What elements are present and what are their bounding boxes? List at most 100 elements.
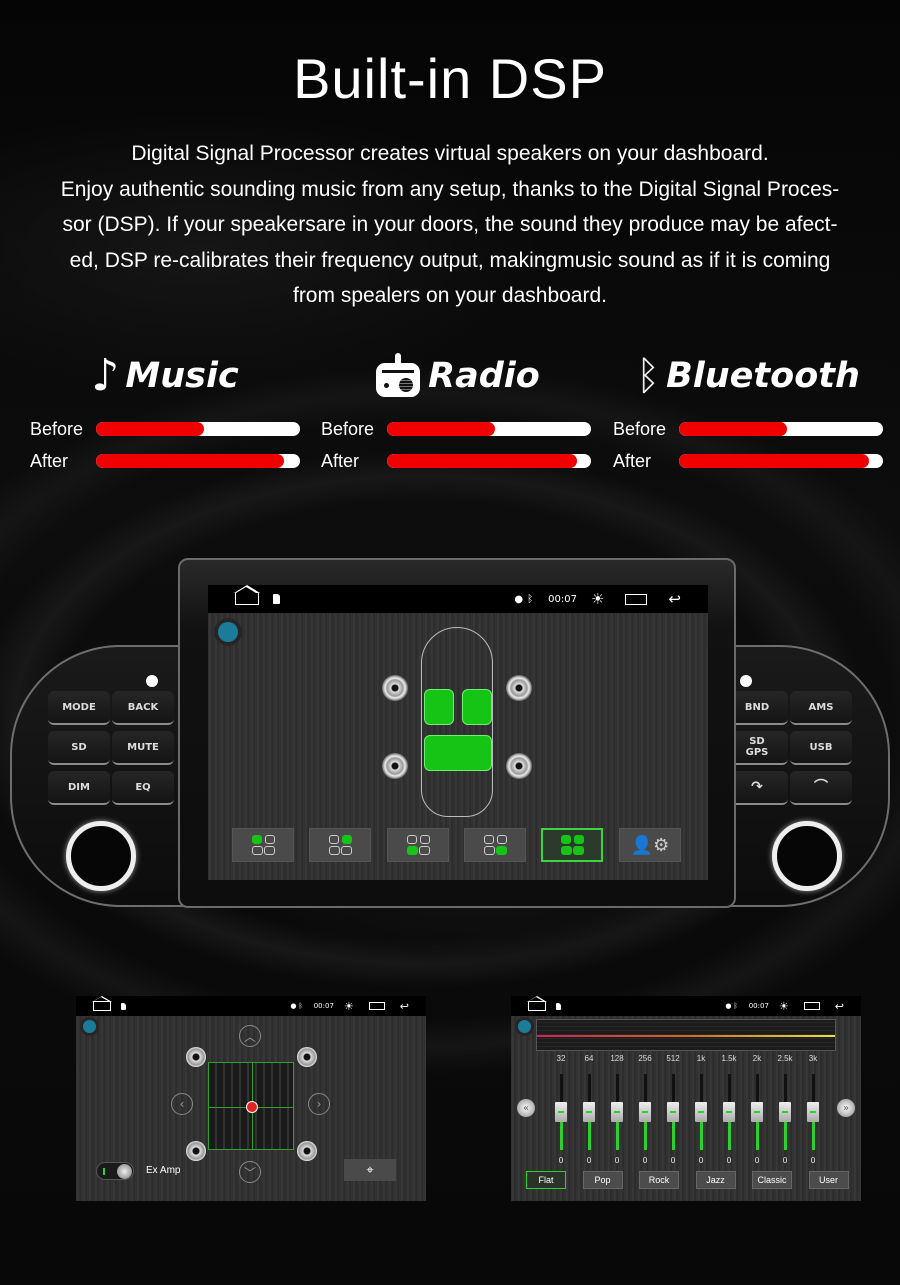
eq-prev-button[interactable]: «: [517, 1099, 535, 1117]
eq-band-value: 0: [614, 1156, 620, 1165]
speaker-rear-right[interactable]: [506, 753, 532, 779]
after-bar: [96, 454, 300, 468]
seat-front-left[interactable]: [424, 689, 454, 725]
sd-button[interactable]: SD: [48, 731, 110, 765]
eq-preset-pop-button[interactable]: Pop: [582, 1171, 623, 1189]
eq-next-button[interactable]: »: [837, 1099, 855, 1117]
center-position-button[interactable]: ⌖: [344, 1159, 396, 1181]
balance-right-button[interactable]: ›: [308, 1093, 330, 1115]
thumb-grip: [698, 1111, 704, 1113]
brightness-icon[interactable]: ☀: [591, 590, 604, 608]
eq-preset-user-button[interactable]: User: [808, 1171, 849, 1189]
intro-line: sor (DSP). If your speakersare in your d…: [62, 213, 838, 236]
preset-front-right[interactable]: [309, 828, 371, 862]
eq-slider-thumb[interactable]: [583, 1102, 595, 1122]
phone-answer-icon: ↷: [751, 778, 763, 795]
eq-band-frequency: 256: [638, 1054, 652, 1063]
bluetooth-icon: ᛒ: [298, 1002, 303, 1010]
home-icon[interactable]: [527, 996, 547, 1011]
ex-amp-label: Ex Amp: [146, 1165, 181, 1176]
eq-curve-line: [537, 1035, 835, 1037]
recents-icon[interactable]: [803, 1002, 820, 1010]
before-bar: [387, 422, 591, 436]
eq-slider-thumb[interactable]: [807, 1102, 819, 1122]
eq-slider-thumb[interactable]: [639, 1102, 651, 1122]
thumb-grip: [810, 1111, 816, 1113]
preset-rear-left[interactable]: [387, 828, 449, 862]
balance-position-handle[interactable]: [246, 1101, 258, 1113]
eq-slider-thumb[interactable]: [779, 1102, 791, 1122]
eq-slider-thumb[interactable]: [751, 1102, 763, 1122]
eq-band-frequency: 32: [556, 1054, 566, 1063]
clock-time: 00:07: [313, 1002, 334, 1010]
preset-user-settings[interactable]: 👤⚙: [619, 828, 681, 862]
floating-menu-dot[interactable]: [218, 622, 238, 642]
recents-icon[interactable]: [625, 593, 648, 605]
sd-card-icon: [273, 594, 280, 604]
eq-band-value: 0: [726, 1156, 732, 1165]
mute-button[interactable]: MUTE: [112, 731, 174, 765]
dim-button[interactable]: DIM: [48, 771, 110, 805]
intro-line: Enjoy authentic sounding music from any …: [60, 177, 840, 201]
tuning-knob[interactable]: [772, 821, 842, 891]
eq-slider-thumb[interactable]: [695, 1102, 707, 1122]
seat-front-right[interactable]: [462, 689, 492, 725]
eq-preset-classic-button[interactable]: Classic: [752, 1171, 792, 1189]
brightness-icon[interactable]: ☀: [344, 1000, 354, 1013]
seat-rear[interactable]: [424, 735, 492, 771]
floating-menu-dot[interactable]: [518, 1020, 531, 1033]
volume-knob[interactable]: [66, 821, 136, 891]
call-hangup-button[interactable]: ⌒: [790, 771, 852, 805]
recents-icon[interactable]: [368, 1002, 385, 1010]
brightness-icon[interactable]: ☀: [779, 1000, 789, 1013]
speaker-front-right[interactable]: [506, 675, 532, 701]
indicator-led: [146, 675, 158, 687]
fader-up-button[interactable]: ︿: [239, 1025, 261, 1047]
speaker-front-left[interactable]: [382, 675, 408, 701]
fader-down-button[interactable]: ﹀: [239, 1161, 261, 1183]
balance-grid[interactable]: [208, 1062, 294, 1150]
ex-amp-toggle[interactable]: [96, 1162, 134, 1180]
seat-mini-icon: [483, 835, 507, 855]
after-bar-fill: [387, 454, 577, 468]
floating-menu-dot[interactable]: [83, 1020, 96, 1033]
thumb-grip: [558, 1111, 564, 1113]
eq-preset-flat-button[interactable]: Flat: [526, 1171, 566, 1189]
speaker-rear-left[interactable]: [382, 753, 408, 779]
sd-card-icon: [121, 1002, 126, 1010]
feature-title: Music: [125, 356, 239, 396]
eq-button[interactable]: EQ: [112, 771, 174, 805]
clock-time: 00:07: [748, 1002, 769, 1010]
eq-slider-thumb[interactable]: [667, 1102, 679, 1122]
before-bar-fill: [679, 422, 788, 436]
ams-button[interactable]: AMS: [790, 691, 852, 725]
balance-left-button[interactable]: ‹: [171, 1093, 193, 1115]
eq-curve-display: [536, 1019, 836, 1051]
mode-button[interactable]: MODE: [48, 691, 110, 725]
preset-front-left[interactable]: [232, 828, 294, 862]
eq-slider-thumb[interactable]: [555, 1102, 567, 1122]
home-icon[interactable]: [92, 996, 112, 1011]
after-bar: [679, 454, 883, 468]
intro-line: Digital Signal Processor creates virtual…: [131, 142, 769, 165]
after-bar-fill: [679, 454, 869, 468]
usb-button[interactable]: USB: [790, 731, 852, 765]
eq-slider-thumb[interactable]: [611, 1102, 623, 1122]
speaker-front-right: [297, 1047, 317, 1067]
eq-preset-rock-button[interactable]: Rock: [639, 1171, 679, 1189]
home-icon[interactable]: [234, 585, 260, 605]
crosshair-icon: ⌖: [366, 1162, 374, 1178]
intro-text: Digital Signal Processor creates virtual…: [20, 136, 880, 314]
back-icon[interactable]: ↩: [400, 1000, 409, 1013]
balance-screen: ● ᛒ 00:07 ☀ ↩ ︿ ﹀ ‹ › Ex Amp ⌖: [76, 996, 426, 1201]
back-button[interactable]: BACK: [112, 691, 174, 725]
music-note-icon: ♪: [91, 350, 120, 401]
before-bar-fill: [387, 422, 496, 436]
before-bar: [96, 422, 300, 436]
eq-slider-thumb[interactable]: [723, 1102, 735, 1122]
back-icon[interactable]: ↩: [668, 590, 681, 608]
back-icon[interactable]: ↩: [835, 1000, 844, 1013]
preset-rear-right[interactable]: [464, 828, 526, 862]
preset-all-seats[interactable]: [541, 828, 603, 862]
eq-preset-jazz-button[interactable]: Jazz: [695, 1171, 736, 1189]
